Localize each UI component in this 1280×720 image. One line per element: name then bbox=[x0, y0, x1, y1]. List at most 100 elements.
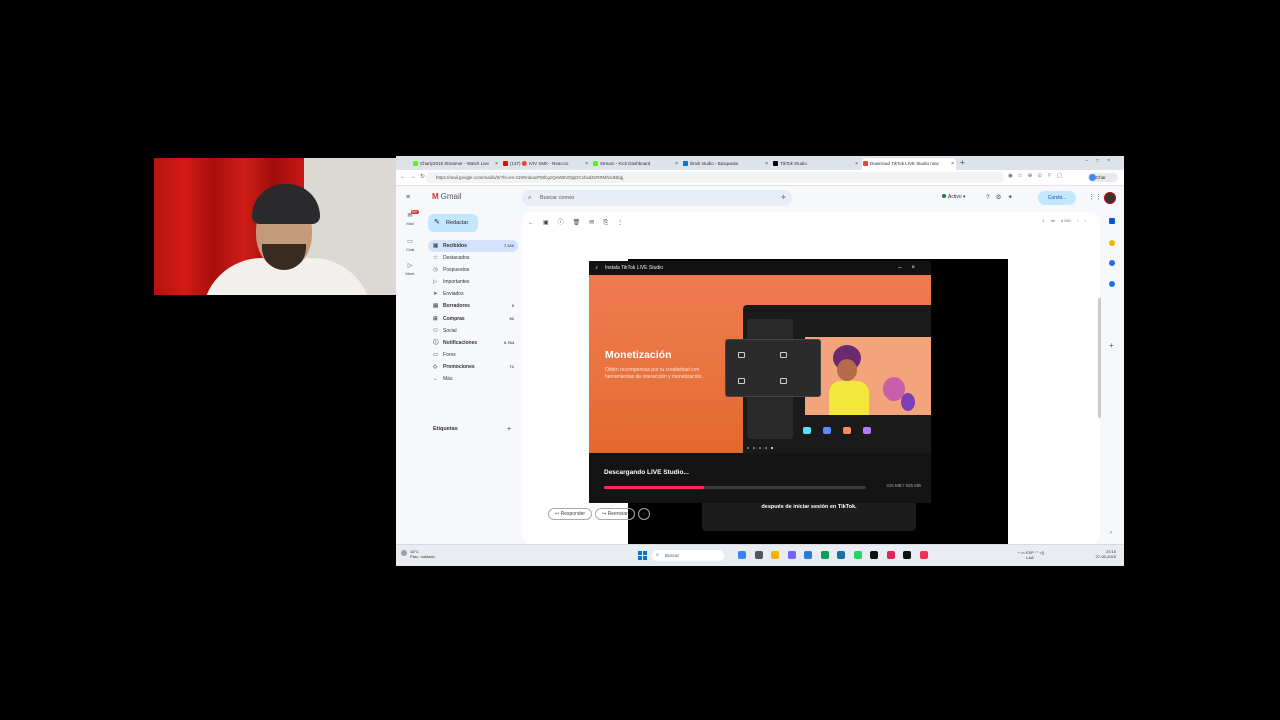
browser-tab[interactable]: tiktok studio - Búsqueda × bbox=[682, 158, 770, 170]
folder-item[interactable]: ⚇ Social bbox=[428, 325, 518, 337]
taskbar-app-icon[interactable] bbox=[738, 551, 746, 559]
rail-label: Meet bbox=[405, 271, 415, 276]
weather-widget[interactable]: 18°C Parc. nublado bbox=[401, 549, 435, 559]
browser-tab[interactable]: (137) 🔴 IVIV SMK - Reaccio × bbox=[502, 158, 590, 170]
carousel-dot[interactable] bbox=[753, 447, 755, 449]
new-tab-button[interactable]: + bbox=[960, 158, 965, 168]
gmail-m-icon: M bbox=[432, 192, 439, 201]
folder-count: 71 bbox=[509, 363, 514, 369]
clock[interactable]: 23:15 27-06-2025 bbox=[1090, 549, 1116, 559]
window-controls[interactable]: –× bbox=[898, 261, 925, 275]
search-input[interactable]: ⌕ Buscar correo ≑ bbox=[522, 190, 792, 206]
extension-icons[interactable]: ◉☆⊕⊙⚐▢ bbox=[1008, 173, 1067, 179]
taskbar-app-icon[interactable] bbox=[820, 551, 829, 559]
folder-count: 9 bbox=[511, 303, 514, 309]
url-field[interactable]: https://mail.google.com/mail/u/0/?hl=es-… bbox=[426, 172, 1004, 183]
keep-icon[interactable] bbox=[1109, 240, 1115, 246]
cloud-icon bbox=[401, 550, 407, 556]
taskbar-app-icon[interactable] bbox=[870, 551, 878, 559]
browser-tab-active[interactable]: Download TikTok LIVE Studio now × bbox=[862, 158, 956, 170]
header-icons[interactable]: ?⚙✦ bbox=[986, 193, 1019, 201]
progress-track bbox=[604, 486, 866, 489]
scrollbar[interactable] bbox=[1098, 298, 1101, 418]
folder-item[interactable]: ⌄ Más bbox=[428, 373, 518, 385]
taskbar-app-icon[interactable] bbox=[787, 551, 796, 559]
switch-button[interactable]: Cambi... bbox=[1038, 191, 1076, 205]
carousel-dot[interactable] bbox=[765, 447, 767, 449]
profile-button[interactable]: Char bbox=[1088, 173, 1118, 182]
carousel-dot[interactable] bbox=[741, 447, 743, 449]
browser-tab[interactable]: TikTok Studio × bbox=[772, 158, 860, 170]
illustration-face bbox=[837, 359, 857, 381]
filter-icon[interactable]: ≑ bbox=[781, 190, 786, 206]
close-icon[interactable]: × bbox=[585, 158, 588, 170]
apps-grid-icon[interactable]: ⋮⋮ bbox=[1088, 193, 1102, 201]
tasks-icon[interactable] bbox=[1109, 260, 1115, 266]
taskbar-app-icon[interactable] bbox=[886, 551, 895, 559]
reply-button[interactable]: ↩ Responder bbox=[548, 508, 593, 520]
message-toolbar[interactable]: ←▣ⓘ🗑✉⎘⋮ bbox=[528, 217, 632, 227]
carousel-dots[interactable] bbox=[741, 445, 777, 451]
taskbar-app-icon[interactable] bbox=[903, 551, 911, 559]
folder-item[interactable]: ▷ Importantes bbox=[428, 276, 518, 288]
browser-tab[interactable]: Stream - Kick Dashboard × bbox=[592, 158, 680, 170]
taskbar-app-icon[interactable] bbox=[771, 551, 779, 559]
folder-item[interactable]: ⊞ Compras 92 bbox=[428, 313, 518, 325]
status-label: Activo bbox=[948, 194, 962, 200]
taskbar-app-icon[interactable] bbox=[837, 551, 845, 559]
preview-illustration bbox=[805, 337, 931, 415]
add-addon-icon[interactable]: + bbox=[1109, 341, 1114, 350]
folder-count: 92 bbox=[509, 315, 514, 321]
forward-button[interactable]: ↪ Reenviar bbox=[595, 508, 635, 520]
account-avatar[interactable] bbox=[1104, 192, 1116, 204]
taskbar-app-icon[interactable] bbox=[919, 551, 928, 559]
rail-item-meet[interactable]: ▷ Meet bbox=[400, 262, 420, 276]
rail-item-mail[interactable]: ✉ 99+ Mail bbox=[400, 210, 420, 226]
taskbar-search[interactable]: ⌕ Buscar bbox=[652, 550, 724, 561]
folder-item[interactable]: ◇ Promociones 71 bbox=[428, 361, 518, 373]
taskbar-app-icon[interactable] bbox=[853, 551, 862, 559]
add-label-icon[interactable]: + bbox=[507, 426, 511, 433]
menu-icon[interactable]: ≡ bbox=[406, 194, 410, 201]
windows-start-icon[interactable] bbox=[638, 551, 647, 560]
tab-label: Charly2018 Streamer - Watch Live bbox=[420, 161, 489, 166]
folder-item[interactable]: ☆ Destacados bbox=[428, 252, 518, 264]
taskbar-app-icon[interactable] bbox=[754, 551, 763, 559]
emoji-button[interactable]: ☺ bbox=[637, 508, 650, 520]
taskbar-apps bbox=[738, 551, 936, 561]
close-icon[interactable]: × bbox=[495, 158, 498, 170]
folder-label: Destacados bbox=[443, 255, 470, 262]
folder-item[interactable]: ▣ Recibidos 7.160 bbox=[428, 240, 518, 253]
installer-title-bar: ♪ Instala TikTok LIVE Studio –× bbox=[589, 261, 931, 275]
illustration-pet bbox=[901, 393, 915, 411]
system-tray[interactable]: ^ ▭ ESP LAA ◠ ◁) bbox=[1018, 550, 1044, 560]
close-icon[interactable]: × bbox=[765, 158, 768, 170]
webcam-overlay bbox=[154, 158, 396, 295]
nav-arrows-icon[interactable]: ←→↻ bbox=[400, 173, 429, 180]
close-icon[interactable]: × bbox=[855, 158, 858, 170]
carousel-dot-active[interactable] bbox=[771, 447, 773, 449]
profile-avatar bbox=[1089, 174, 1096, 181]
chevron-right-icon[interactable]: › bbox=[1110, 530, 1112, 536]
status-selector[interactable]: Activo ▾ bbox=[942, 194, 966, 200]
folder-item[interactable]: ▤ Borradores 9 bbox=[428, 300, 518, 312]
folder-item[interactable]: ◷ Pospuestos bbox=[428, 264, 518, 276]
folder-item[interactable]: ➤ Enviados bbox=[428, 288, 518, 300]
contacts-icon[interactable] bbox=[1109, 281, 1115, 287]
close-icon[interactable]: × bbox=[951, 158, 954, 170]
browser-tab[interactable]: Charly2018 Streamer - Watch Live × bbox=[412, 158, 500, 170]
taskbar-app-icon[interactable] bbox=[804, 551, 812, 559]
close-icon[interactable]: × bbox=[675, 158, 678, 170]
info-icon: ⓘ bbox=[433, 339, 439, 346]
rail-item-chat[interactable]: ▭ Chat bbox=[400, 238, 420, 252]
folder-item[interactable]: ⓘ Notificaciones 6.784 bbox=[428, 337, 518, 349]
gmail-left-rail: ≡ ✉ 99+ Mail ▭ Chat ▷ Meet bbox=[396, 186, 424, 544]
calendar-icon[interactable] bbox=[1109, 218, 1115, 224]
carousel-dot[interactable] bbox=[759, 447, 761, 449]
compose-button[interactable]: ✎ Redactar bbox=[428, 214, 478, 232]
tab-favicon bbox=[413, 161, 418, 166]
window-controls[interactable]: –□× bbox=[1085, 158, 1118, 164]
gmail-logo[interactable]: M Gmail bbox=[432, 192, 462, 201]
carousel-dot[interactable] bbox=[747, 447, 749, 449]
folder-item[interactable]: ▭ Foros bbox=[428, 349, 518, 361]
